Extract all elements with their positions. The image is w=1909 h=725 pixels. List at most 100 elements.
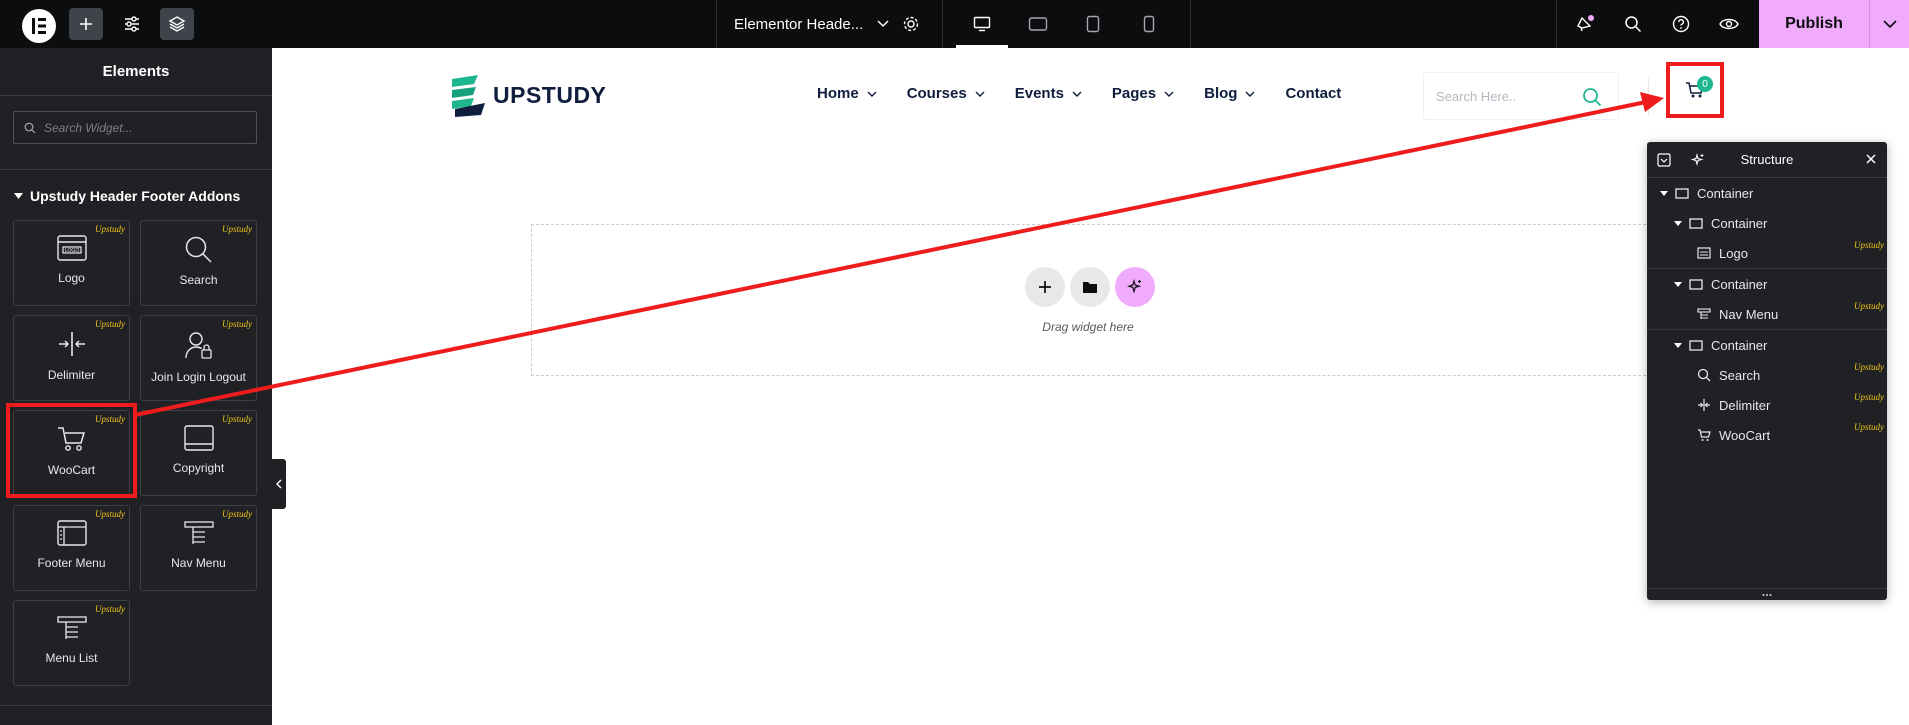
elementor-editor: Elementor Heade... Publish Elements Sear…	[0, 0, 1909, 725]
site-nav: Home Courses Events Pages Blog Contact	[817, 85, 1371, 102]
sliders-icon	[125, 16, 139, 32]
document-title-button[interactable]: Elementor Heade...	[734, 0, 889, 48]
widget-search-box	[13, 111, 257, 144]
chevron-down-icon	[975, 91, 985, 97]
structure-row-label: Container	[1697, 185, 1754, 201]
category-toggle[interactable]: Upstudy Header Footer Addons	[14, 188, 240, 204]
widget-tile-menu-list[interactable]: Upstudy Menu List	[13, 600, 130, 686]
structure-header: Structure	[1647, 142, 1887, 178]
empty-container-dropzone[interactable]: Drag widget here	[531, 224, 1651, 376]
structure-row-label: Nav Menu	[1719, 306, 1779, 322]
search-icon	[1625, 16, 1642, 33]
structure-title: Structure	[1740, 152, 1794, 167]
top-bar: Elementor Heade... Publish	[0, 0, 1909, 48]
widget-tile-search[interactable]: Upstudy Search	[140, 220, 257, 306]
nav-label: Contact	[1285, 85, 1342, 102]
structure-row-search[interactable]: Search Upstudy	[1647, 360, 1887, 390]
upstudy-badge: Upstudy	[222, 224, 252, 234]
publish-options-button[interactable]	[1869, 0, 1909, 48]
structure-row-container[interactable]: Container	[1647, 208, 1887, 238]
structure-row-container[interactable]: Container	[1647, 178, 1887, 208]
nav-item-contact[interactable]: Contact	[1285, 85, 1341, 102]
ai-generate-button[interactable]	[1115, 267, 1155, 307]
container-icon	[1675, 187, 1689, 199]
widget-tile-delimiter[interactable]: Upstudy Delimiter	[13, 315, 130, 401]
tablet-icon	[1086, 15, 1100, 33]
structure-row-label: Search	[1719, 367, 1761, 383]
structure-toggle-button[interactable]	[160, 8, 194, 40]
widget-tile-nav-menu[interactable]: Upstudy Nav Menu	[140, 505, 257, 591]
annotation-arrow-head	[1640, 92, 1664, 112]
menu-list-widget-icon	[56, 616, 87, 639]
nav-item-pages[interactable]: Pages	[1112, 85, 1174, 102]
structure-row-container[interactable]: Container	[1647, 330, 1887, 360]
site-logo-text: UPSTUDY	[493, 81, 607, 108]
desktop-icon	[973, 16, 991, 32]
site-settings-button[interactable]	[115, 8, 149, 40]
upstudy-badge: Upstudy	[1854, 392, 1884, 402]
device-desktop-button[interactable]	[956, 8, 1008, 48]
add-section-button[interactable]	[1025, 267, 1065, 307]
widget-tile-copyright[interactable]: Upstudy Copyright	[140, 410, 257, 496]
widget-tile-join-login-logout[interactable]: Upstudy Join Login Logout	[140, 315, 257, 401]
structure-close-button[interactable]	[1865, 153, 1877, 168]
preview-button[interactable]	[1712, 8, 1746, 40]
site-search-box	[1423, 72, 1619, 120]
device-tablet-landscape-button[interactable]	[1018, 8, 1058, 40]
nav-item-home[interactable]: Home	[817, 85, 877, 102]
sparkle-icon	[1690, 152, 1704, 167]
widget-label: WooCart	[47, 463, 96, 477]
help-icon	[1672, 15, 1690, 33]
nav-item-events[interactable]: Events	[1015, 85, 1082, 102]
widget-label: Footer Menu	[37, 556, 106, 570]
upstudy-badge: Upstudy	[222, 319, 252, 329]
publish-button[interactable]: Publish	[1759, 0, 1869, 48]
plus-icon	[1039, 281, 1051, 293]
site-search-input[interactable]	[1436, 88, 1576, 104]
delimiter-widget-icon	[1697, 398, 1711, 412]
whats-new-button[interactable]	[1568, 8, 1602, 40]
collapse-panel-button[interactable]	[272, 459, 286, 509]
add-template-button[interactable]	[1070, 267, 1110, 307]
category-title: Upstudy Header Footer Addons	[30, 188, 241, 204]
widget-tile-woocart[interactable]: Upstudy WooCart	[13, 410, 130, 496]
structure-row-nav-menu[interactable]: Nav Menu Upstudy	[1647, 299, 1887, 329]
container-icon	[1689, 217, 1703, 229]
structure-resize-handle[interactable]	[1647, 588, 1887, 600]
device-mobile-button[interactable]	[1129, 8, 1169, 40]
finder-button[interactable]	[1616, 8, 1650, 40]
structure-row-label: Container	[1711, 276, 1768, 292]
nav-item-blog[interactable]: Blog	[1204, 85, 1255, 102]
add-element-button[interactable]	[69, 8, 103, 40]
close-icon	[1866, 154, 1876, 164]
widget-label: Menu List	[45, 651, 98, 665]
folder-icon	[1083, 282, 1097, 293]
elementor-logo-icon[interactable]	[22, 9, 56, 43]
search-icon	[1583, 88, 1602, 107]
search-icon	[24, 122, 36, 133]
widget-tile-footer-menu[interactable]: Upstudy Footer Menu	[13, 505, 130, 591]
widget-tile-logo[interactable]: Upstudy LOGO Logo	[13, 220, 130, 306]
structure-row-delimiter[interactable]: Delimiter Upstudy	[1647, 390, 1887, 420]
logo-widget-icon	[1697, 247, 1711, 259]
device-tablet-button[interactable]	[1073, 8, 1113, 40]
structure-row-woocart[interactable]: WooCart Upstudy	[1647, 420, 1887, 450]
page-settings-button[interactable]	[894, 8, 928, 40]
site-logo[interactable]: UPSTUDY	[449, 73, 606, 117]
nav-label: Events	[1014, 85, 1064, 102]
upstudy-badge: Upstudy	[222, 509, 252, 519]
widget-search-input[interactable]	[44, 120, 244, 135]
chevron-down-icon	[1164, 91, 1174, 97]
structure-row-logo[interactable]: Logo Upstudy	[1647, 238, 1887, 268]
structure-row-container[interactable]: Container	[1647, 269, 1887, 299]
structure-ai-button[interactable]	[1690, 152, 1705, 170]
nav-item-courses[interactable]: Courses	[907, 85, 985, 102]
help-button[interactable]	[1664, 8, 1698, 40]
widget-label: Nav Menu	[171, 556, 226, 570]
caret-down-icon	[1674, 281, 1682, 287]
user-lock-widget-icon	[184, 332, 212, 359]
site-cart-highlight[interactable]: 0	[1666, 62, 1724, 118]
layers-icon	[168, 16, 186, 32]
structure-collapse-button[interactable]	[1657, 153, 1671, 170]
search-widget-icon	[185, 236, 212, 263]
